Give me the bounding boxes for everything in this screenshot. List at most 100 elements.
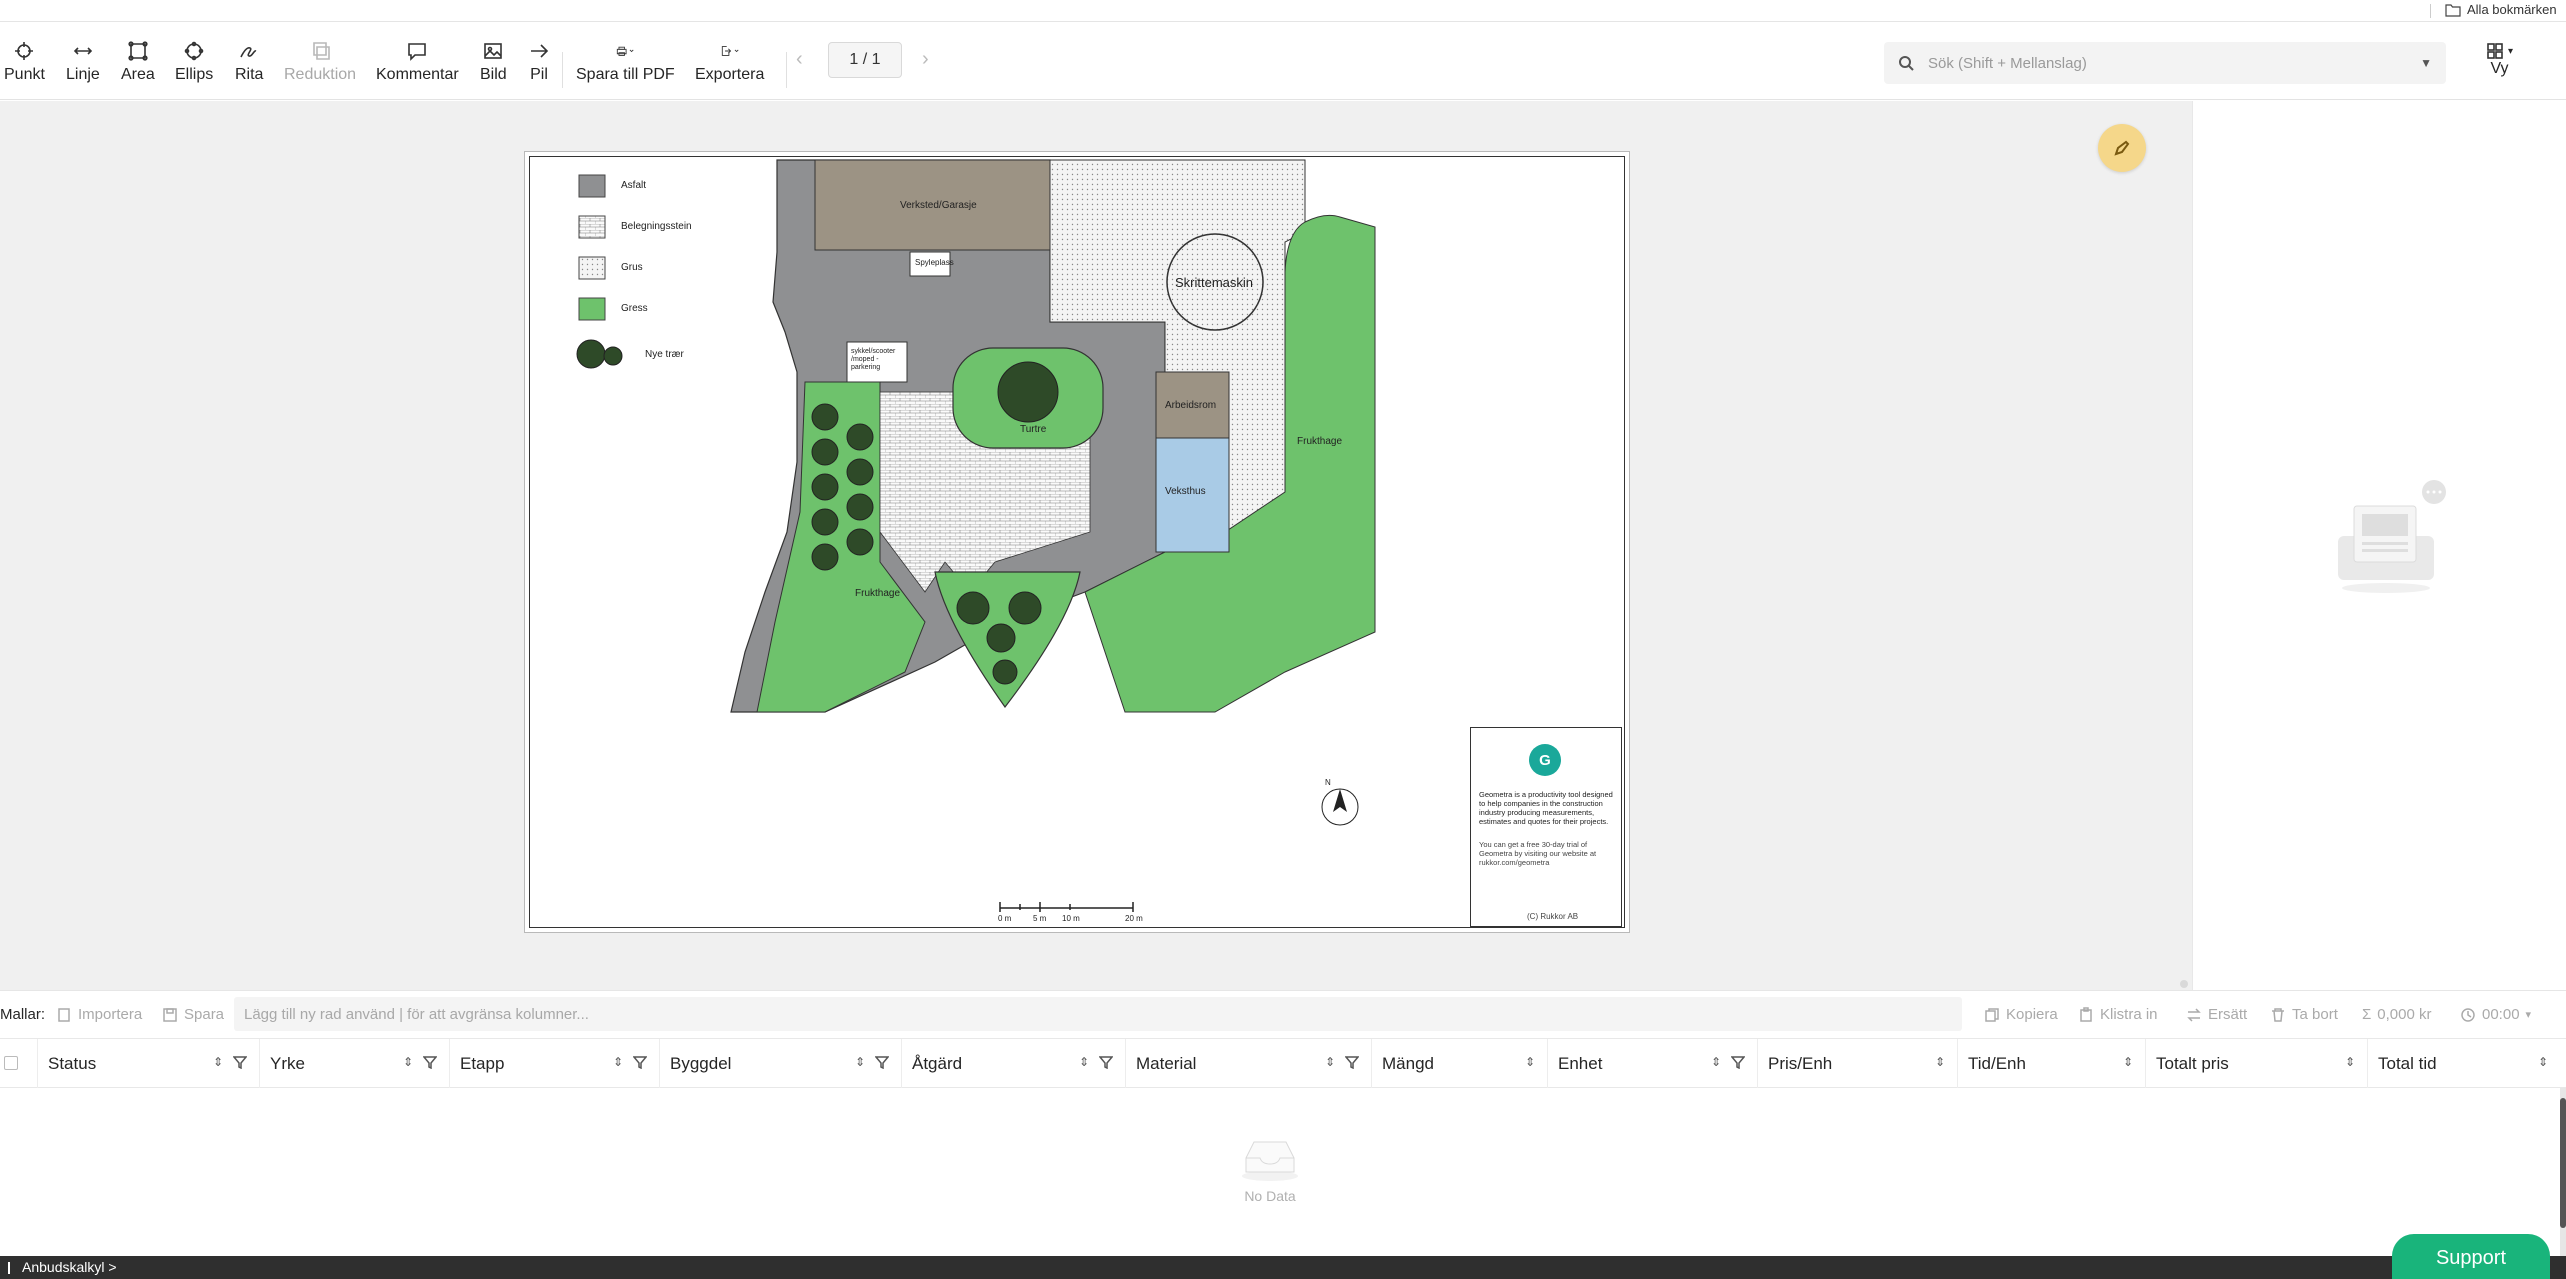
- column-header-total-time[interactable]: Total tid ⇕: [2368, 1039, 2560, 1089]
- sort-icon[interactable]: ⇕: [1079, 1055, 1089, 1069]
- filter-icon[interactable]: [1345, 1055, 1359, 1069]
- support-button[interactable]: Support: [2392, 1234, 2550, 1279]
- view-button[interactable]: ▾ Vy: [2486, 42, 2513, 78]
- comment-tool-button[interactable]: Kommentar: [376, 40, 459, 84]
- column-header-material[interactable]: Material ⇕: [1126, 1039, 1372, 1089]
- table-scrollbar[interactable]: [2560, 1088, 2566, 1256]
- reduction-tool-label: Reduktion: [284, 66, 357, 83]
- column-header-time-per-unit[interactable]: Tid/Enh ⇕: [1958, 1039, 2146, 1089]
- chevron-down-icon: ▾: [2508, 45, 2514, 57]
- legend-grass: Gress: [621, 303, 648, 314]
- draw-tool-button[interactable]: Rita: [235, 40, 263, 84]
- paste-button[interactable]: Klistra in: [2078, 1006, 2158, 1023]
- empty-comments-illustration: [2338, 480, 2446, 593]
- empty-table-state: No Data: [1230, 1134, 1310, 1204]
- label-turtre: Turtre: [1020, 424, 1047, 435]
- import-icon: [58, 1007, 70, 1022]
- bookmarks-bar: Alla bokmärken: [0, 0, 2566, 22]
- search-input[interactable]: [1928, 54, 2421, 72]
- crosshair-icon: [15, 42, 34, 60]
- prev-page-icon[interactable]: ‹: [796, 48, 803, 71]
- paste-icon: [2080, 1006, 2092, 1022]
- total-time[interactable]: 00:00 ▾: [2460, 1006, 2531, 1023]
- filter-icon[interactable]: [233, 1055, 247, 1069]
- sort-icon[interactable]: ⇕: [2538, 1055, 2548, 1069]
- new-row-input[interactable]: [244, 1005, 1952, 1023]
- title-block: G Geometra is a productivity tool design…: [1470, 727, 1622, 927]
- image-icon: [484, 43, 503, 59]
- column-header-price-per-unit[interactable]: Pris/Enh ⇕: [1758, 1039, 1958, 1089]
- export-icon: [721, 46, 739, 56]
- column-header-trade[interactable]: Yrke ⇕: [260, 1039, 450, 1089]
- column-label: Material: [1136, 1054, 1197, 1073]
- total-price-value: 0,000 kr: [2377, 1006, 2432, 1023]
- column-header-building-part[interactable]: Byggdel ⇕: [660, 1039, 902, 1089]
- edit-button[interactable]: [2098, 124, 2146, 172]
- label-bike: sykkel/scooter /moped -parkering: [851, 348, 896, 371]
- feature-tree: [997, 361, 1059, 423]
- column-label: Etapp: [460, 1054, 505, 1073]
- image-tool-button[interactable]: Bild: [480, 40, 507, 84]
- sort-icon[interactable]: ⇕: [1711, 1055, 1721, 1069]
- next-page-icon[interactable]: ›: [922, 48, 929, 71]
- filter-icon[interactable]: [875, 1055, 889, 1069]
- ellipse-tool-button[interactable]: Ellips: [175, 40, 213, 84]
- filter-icon[interactable]: [633, 1055, 647, 1069]
- export-button[interactable]: Exportera: [695, 40, 764, 84]
- column-header-phase[interactable]: Etapp ⇕: [450, 1039, 660, 1089]
- filter-icon[interactable]: [1731, 1055, 1745, 1069]
- new-row-field[interactable]: [234, 997, 1962, 1031]
- geometra-logo: G: [1529, 744, 1561, 776]
- select-all-checkbox[interactable]: [0, 1039, 38, 1089]
- all-bookmarks-button[interactable]: Alla bokmärken: [2445, 2, 2557, 17]
- search-box[interactable]: ▼: [1884, 42, 2446, 84]
- tree: [992, 659, 1018, 685]
- sort-icon[interactable]: ⇕: [2345, 1055, 2355, 1069]
- sort-icon[interactable]: ⇕: [855, 1055, 865, 1069]
- delete-button[interactable]: Ta bort: [2270, 1006, 2338, 1023]
- replace-button[interactable]: Ersätt: [2186, 1006, 2247, 1023]
- toolbar-separator: [562, 52, 563, 88]
- column-header-status[interactable]: Status ⇕: [38, 1039, 260, 1089]
- reduction-tool-button[interactable]: Reduktion: [284, 40, 356, 84]
- column-header-unit[interactable]: Enhet ⇕: [1548, 1039, 1758, 1089]
- tree: [986, 623, 1016, 653]
- canvas-scrollbar[interactable]: [2180, 980, 2188, 988]
- filter-icon[interactable]: [423, 1055, 437, 1069]
- save-pdf-button[interactable]: Spara till PDF: [576, 40, 675, 84]
- footer-bar: Anbudskalkyl >: [0, 1256, 2566, 1279]
- save-template-button[interactable]: Spara: [162, 1006, 224, 1023]
- point-tool-button[interactable]: Punkt: [4, 40, 45, 84]
- arrow-tool-button[interactable]: Pil: [528, 40, 550, 84]
- column-label: Åtgärd: [912, 1054, 963, 1073]
- page-indicator[interactable]: 1 / 1: [828, 42, 902, 78]
- chevron-down-icon[interactable]: ▼: [2420, 56, 2432, 70]
- comment-tool-label: Kommentar: [376, 66, 459, 83]
- empty-inbox-icon: [1242, 1141, 1298, 1181]
- copy-button[interactable]: Kopiera: [1984, 1006, 2058, 1023]
- sort-icon[interactable]: ⇕: [213, 1055, 223, 1069]
- import-button[interactable]: Importera: [56, 1006, 142, 1023]
- scale-label: 5 m: [1033, 914, 1047, 923]
- point-tool-label: Punkt: [4, 66, 45, 83]
- sort-icon[interactable]: ⇕: [403, 1055, 413, 1069]
- sort-icon[interactable]: ⇕: [1325, 1055, 1335, 1069]
- bid-calculation-link[interactable]: Anbudskalkyl >: [22, 1259, 117, 1275]
- arrow-tool-label: Pil: [530, 66, 548, 83]
- sort-icon[interactable]: ⇕: [1935, 1055, 1945, 1069]
- column-header-quantity[interactable]: Mängd ⇕: [1372, 1039, 1548, 1089]
- label-workroom: Arbeidsrom: [1165, 400, 1217, 411]
- column-header-action[interactable]: Åtgärd ⇕: [902, 1039, 1126, 1089]
- area-tool-button[interactable]: Area: [121, 40, 155, 84]
- scale-label: 0 m: [998, 914, 1012, 923]
- sort-icon[interactable]: ⇕: [2123, 1055, 2133, 1069]
- tree: [956, 591, 990, 625]
- column-header-total-price[interactable]: Totalt pris ⇕: [2146, 1039, 2368, 1089]
- column-label: Tid/Enh: [1968, 1054, 2026, 1073]
- line-tool-button[interactable]: Linje: [66, 40, 100, 84]
- sort-icon[interactable]: ⇕: [613, 1055, 623, 1069]
- north-label: N: [1325, 778, 1331, 787]
- sort-icon[interactable]: ⇕: [1525, 1055, 1535, 1069]
- paste-label: Klistra in: [2100, 1006, 2158, 1023]
- filter-icon[interactable]: [1099, 1055, 1113, 1069]
